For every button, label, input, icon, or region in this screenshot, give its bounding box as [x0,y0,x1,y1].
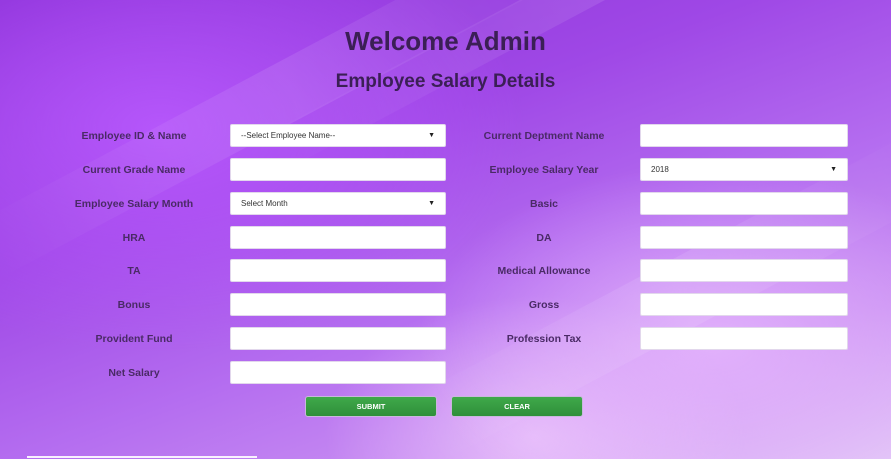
ta-input[interactable] [230,259,446,282]
employee-name-select[interactable]: --Select Employee Name-- ▼ [230,124,446,147]
chevron-down-icon: ▼ [830,166,837,173]
hra-input[interactable] [230,226,446,249]
basic-input[interactable] [640,192,848,215]
label-provident-fund: Provident Fund [95,333,173,345]
divider [27,456,257,458]
label-hra: HRA [122,232,146,244]
clear-button[interactable]: CLEAR [451,396,583,417]
salary-year-select[interactable]: 2018 ▼ [640,158,848,181]
current-department-name-input[interactable] [640,124,848,147]
current-grade-name-input[interactable] [230,158,446,181]
salary-month-select[interactable]: Select Month ▼ [230,192,446,215]
label-employee-salary-month: Employee Salary Month [74,198,194,210]
label-net-salary: Net Salary [108,367,160,379]
salary-year-select-value: 2018 [651,165,669,174]
label-profession-tax: Profession Tax [506,333,582,345]
label-current-department-name: Current Deptment Name [483,130,605,142]
bonus-input[interactable] [230,293,446,316]
gross-input[interactable] [640,293,848,316]
submit-button[interactable]: SUBMIT [305,396,437,417]
da-input[interactable] [640,226,848,249]
label-bonus: Bonus [117,299,151,311]
label-ta: TA [127,265,141,277]
employee-name-select-value: --Select Employee Name-- [241,131,336,140]
profession-tax-input[interactable] [640,327,848,350]
medical-allowance-input[interactable] [640,259,848,282]
chevron-down-icon: ▼ [428,132,435,139]
chevron-down-icon: ▼ [428,200,435,207]
net-salary-input[interactable] [230,361,446,384]
label-medical-allowance: Medical Allowance [497,265,591,277]
provident-fund-input[interactable] [230,327,446,350]
label-current-grade-name: Current Grade Name [82,164,186,176]
salary-month-select-value: Select Month [241,199,288,208]
page-title: Welcome Admin [345,26,546,56]
label-gross: Gross [528,299,560,311]
page-subtitle: Employee Salary Details [335,71,556,92]
label-basic: Basic [529,198,559,210]
label-da: DA [536,232,552,244]
label-employee-id-name: Employee ID & Name [81,130,187,142]
label-employee-salary-year: Employee Salary Year [489,164,599,176]
